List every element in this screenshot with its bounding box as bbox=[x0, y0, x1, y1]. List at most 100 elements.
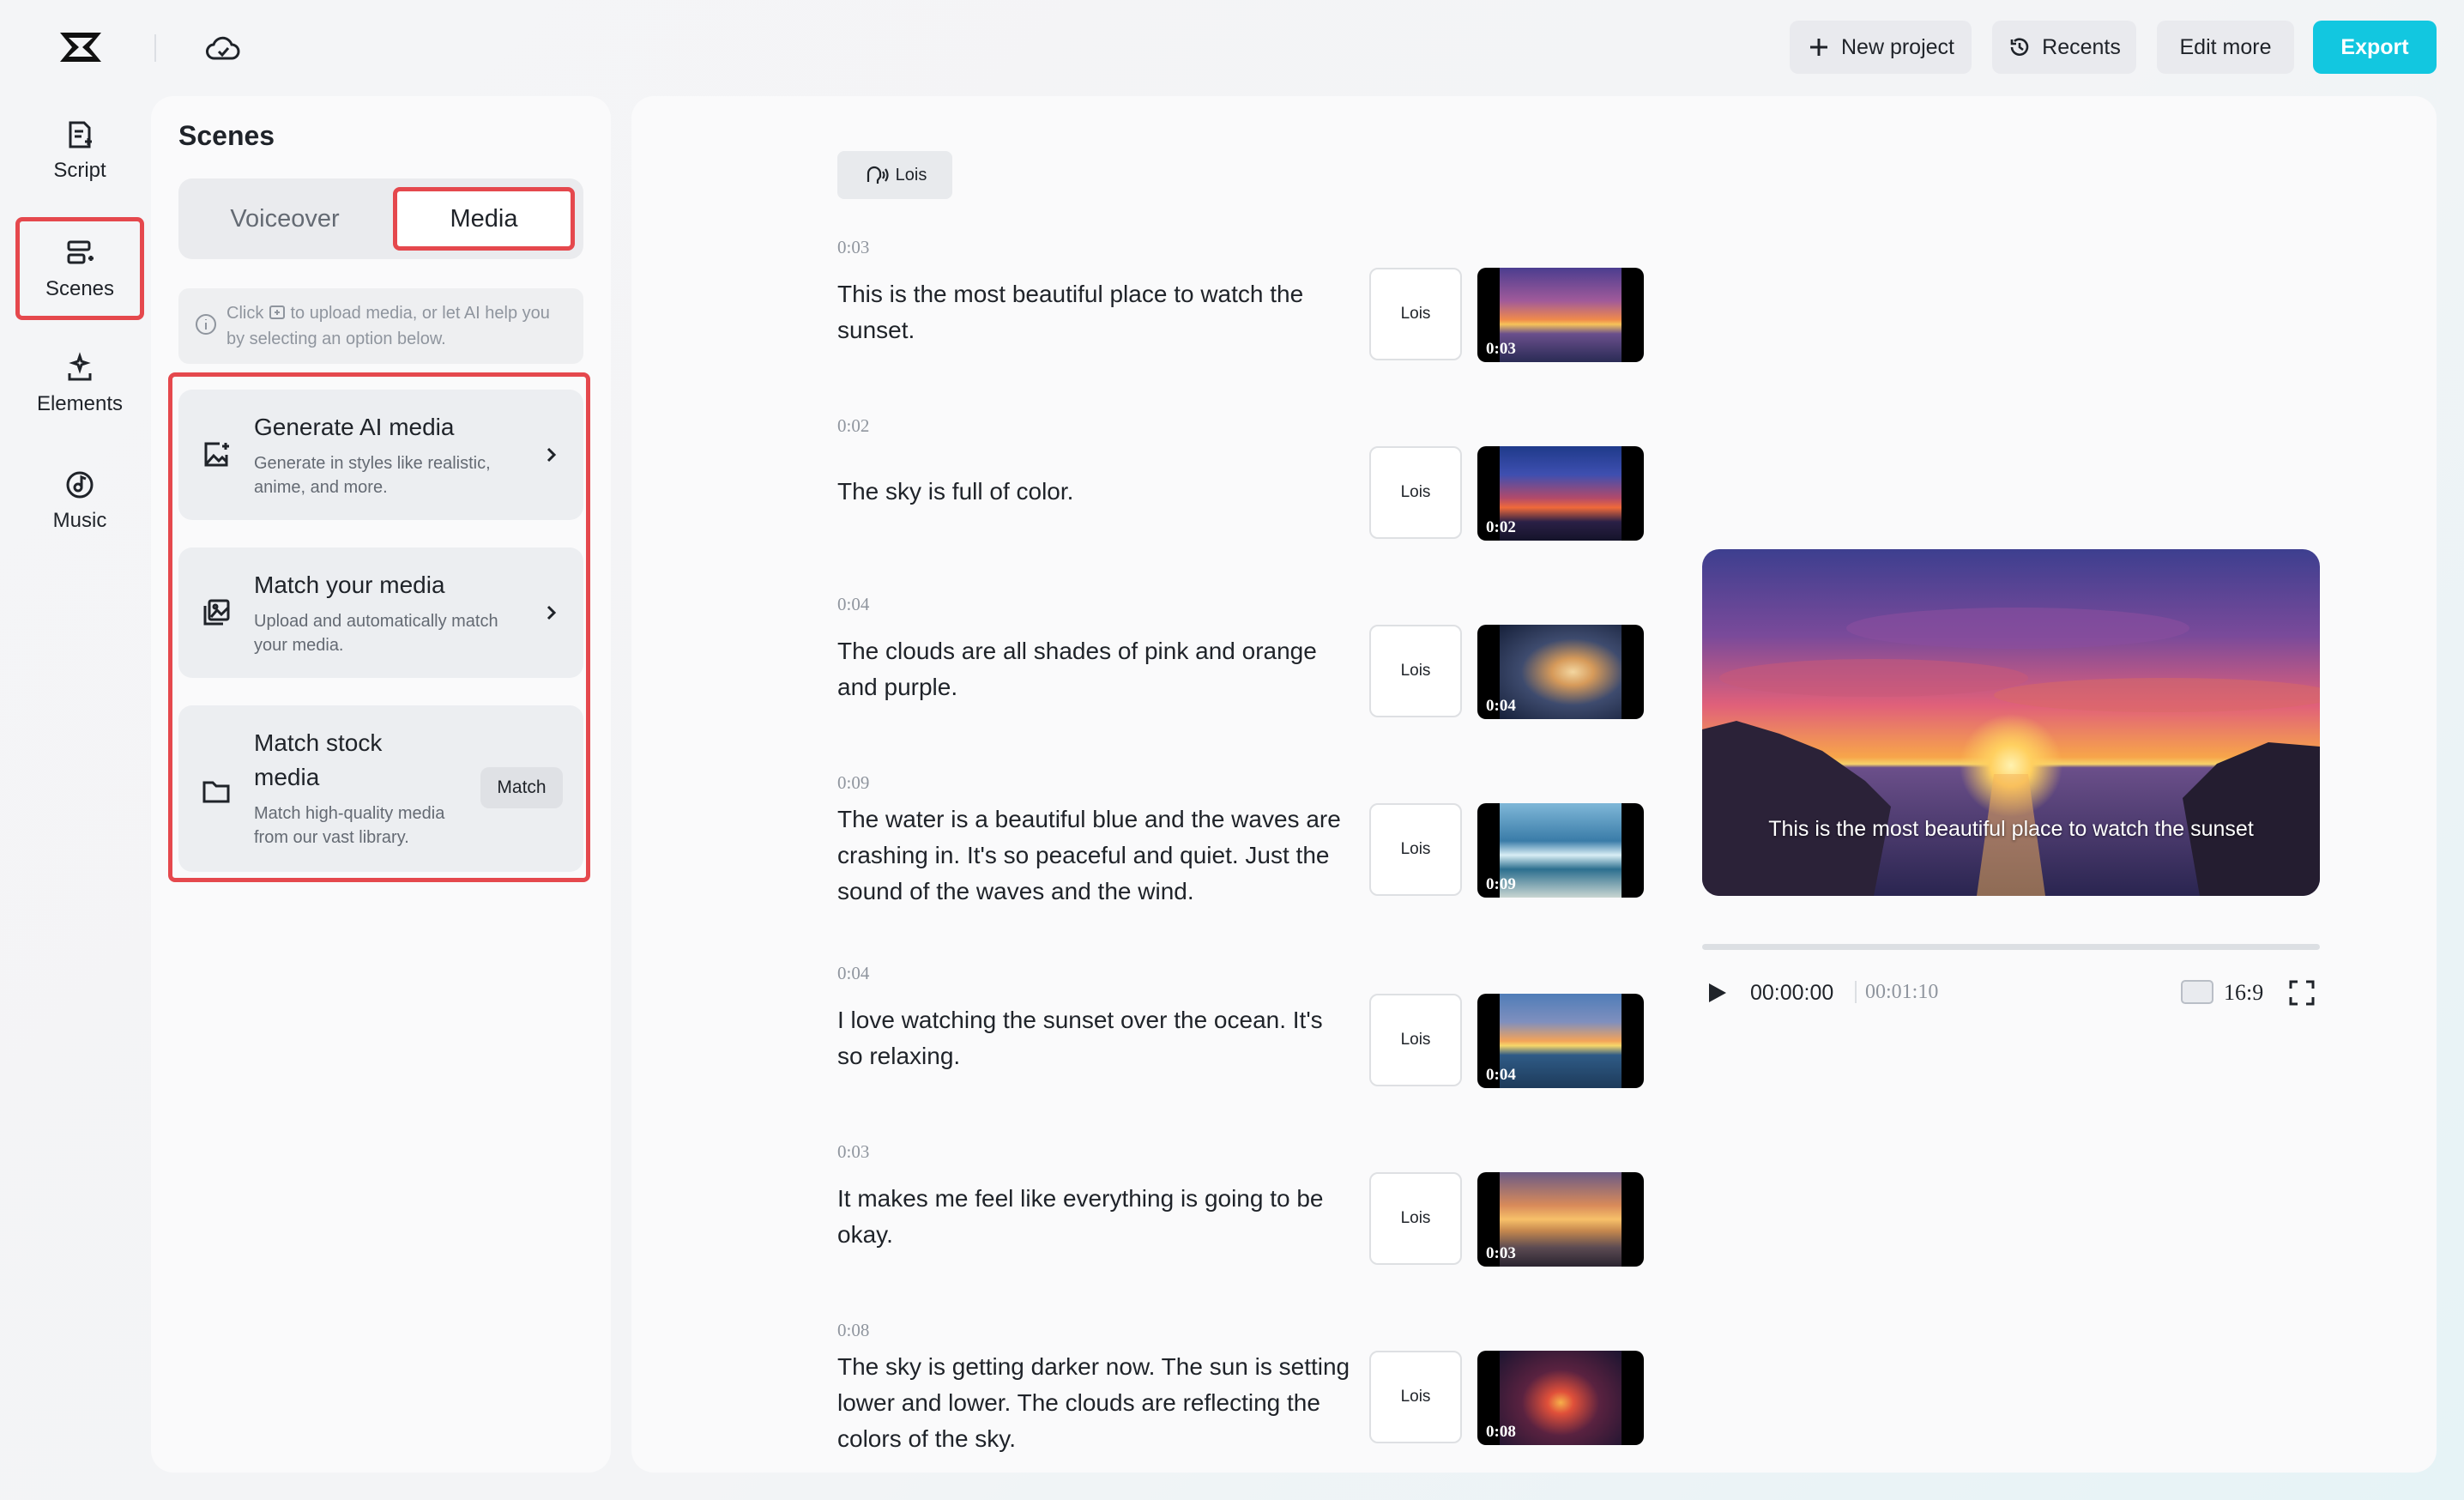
nav-music-label: Music bbox=[53, 509, 107, 533]
scene-text[interactable]: The sky is getting darker now. The sun i… bbox=[837, 1349, 1352, 1457]
new-project-label: New project bbox=[1841, 35, 1954, 60]
scene-thumbnail[interactable]: 0:03 bbox=[1477, 268, 1644, 362]
thumbnail-duration: 0:04 bbox=[1486, 1066, 1516, 1085]
scene-voice-button[interactable]: Lois bbox=[1369, 803, 1462, 896]
aspect-ratio-icon[interactable] bbox=[2181, 980, 2213, 1004]
nav-scenes[interactable]: Scenes bbox=[15, 217, 144, 320]
current-time: 00:00:00 bbox=[1750, 981, 1833, 1006]
playback-progress-bar[interactable] bbox=[1702, 944, 2320, 950]
edit-more-button[interactable]: Edit more bbox=[2157, 21, 2294, 74]
generate-ai-media-desc: Generate in styles like realistic, anime… bbox=[254, 451, 511, 499]
sunset-ocean-image bbox=[1500, 994, 1622, 1088]
nav-script[interactable]: Script bbox=[15, 101, 144, 199]
elements-icon bbox=[63, 351, 97, 385]
scenes-panel-title: Scenes bbox=[178, 120, 275, 152]
nav-elements-label: Elements bbox=[37, 392, 123, 416]
match-stock-media-desc: Match high-quality media from our vast l… bbox=[254, 801, 468, 850]
script-icon bbox=[63, 118, 97, 152]
nav-elements[interactable]: Elements bbox=[15, 335, 144, 432]
scenes-tab-switch: Voiceover Media bbox=[178, 178, 583, 259]
scene-duration: 0:08 bbox=[837, 1320, 869, 1341]
scene-voice-button[interactable]: Lois bbox=[1369, 1172, 1462, 1265]
match-your-media-card[interactable]: Match your media Upload and automaticall… bbox=[178, 547, 583, 678]
video-preview[interactable]: This is the most beautiful place to watc… bbox=[1702, 549, 2320, 896]
images-icon bbox=[201, 597, 232, 628]
folder-icon bbox=[201, 776, 232, 807]
scene-duration: 0:02 bbox=[837, 415, 869, 437]
scene-text[interactable]: The sky is full of color. bbox=[837, 474, 1352, 510]
thumbnail-duration: 0:08 bbox=[1486, 1423, 1516, 1442]
thumbnail-duration: 0:09 bbox=[1486, 875, 1516, 894]
music-icon bbox=[63, 468, 97, 502]
nav-scenes-label: Scenes bbox=[45, 277, 114, 301]
scene-text[interactable]: The water is a beautiful blue and the wa… bbox=[837, 801, 1352, 910]
scene-voice-button[interactable]: Lois bbox=[1369, 994, 1462, 1086]
generate-ai-media-card[interactable]: Generate AI media Generate in styles lik… bbox=[178, 390, 583, 520]
export-label: Export bbox=[2340, 35, 2408, 60]
chevron-right-icon bbox=[541, 445, 561, 465]
scene-duration: 0:04 bbox=[837, 594, 869, 615]
match-your-media-title: Match your media bbox=[254, 568, 445, 602]
recents-button[interactable]: Recents bbox=[1992, 21, 2136, 74]
nav-music[interactable]: Music bbox=[15, 451, 144, 549]
fullscreen-icon[interactable] bbox=[2287, 978, 2316, 1007]
scene-duration: 0:03 bbox=[837, 237, 869, 258]
scene-voice-button[interactable]: Lois bbox=[1369, 268, 1462, 360]
scene-thumbnail[interactable]: 0:08 bbox=[1477, 1351, 1644, 1445]
scene-thumbnail[interactable]: 0:03 bbox=[1477, 1172, 1644, 1267]
scenes-icon bbox=[63, 236, 97, 270]
dark-sunset-image bbox=[1500, 1351, 1622, 1445]
scene-duration: 0:03 bbox=[837, 1141, 869, 1163]
match-stock-media-card[interactable]: Match stock media Match high-quality med… bbox=[178, 705, 583, 872]
total-time: 00:01:10 bbox=[1865, 981, 1938, 1004]
upload-media-icon[interactable] bbox=[269, 304, 286, 321]
scene-text[interactable]: This is the most beautiful place to watc… bbox=[837, 276, 1352, 348]
aspect-ratio-label[interactable]: 16:9 bbox=[2224, 980, 2263, 1006]
scene-thumbnail[interactable]: 0:04 bbox=[1477, 625, 1644, 719]
time-divider bbox=[1855, 981, 1857, 1003]
match-your-media-desc: Upload and automatically match your medi… bbox=[254, 609, 511, 657]
scene-duration: 0:09 bbox=[837, 772, 869, 794]
edit-more-label: Edit more bbox=[2180, 35, 2272, 60]
export-button[interactable]: Export bbox=[2313, 21, 2437, 74]
capcut-logo-icon bbox=[57, 27, 105, 67]
scene-voice-button[interactable]: Lois bbox=[1369, 446, 1462, 539]
tab-voiceover[interactable]: Voiceover bbox=[187, 187, 383, 251]
nav-script-label: Script bbox=[53, 159, 106, 183]
scene-thumbnail[interactable]: 0:02 bbox=[1477, 446, 1644, 541]
speaker-tag[interactable]: Lois bbox=[837, 151, 952, 199]
recents-label: Recents bbox=[2042, 35, 2121, 60]
match-stock-media-title: Match stock media bbox=[254, 726, 451, 795]
beach-sunset-image bbox=[1500, 1172, 1622, 1267]
info-icon bbox=[194, 312, 218, 336]
tab-media[interactable]: Media bbox=[393, 187, 575, 251]
image-sparkle-icon bbox=[201, 439, 232, 470]
thumbnail-duration: 0:03 bbox=[1486, 340, 1516, 359]
cloud-sync-icon[interactable] bbox=[204, 31, 242, 65]
chevron-right-icon bbox=[541, 602, 561, 623]
generate-ai-media-title: Generate AI media bbox=[254, 410, 454, 445]
scene-text[interactable]: The clouds are all shades of pink and or… bbox=[837, 633, 1352, 705]
upload-hint: Click to upload media, or let AI help yo… bbox=[178, 288, 583, 364]
speaker-name: Lois bbox=[896, 166, 927, 185]
sunset-image bbox=[1500, 446, 1622, 541]
clouds-image bbox=[1500, 625, 1622, 719]
new-project-button[interactable]: New project bbox=[1790, 21, 1972, 74]
speaker-voice-icon bbox=[863, 163, 889, 187]
scene-voice-button[interactable]: Lois bbox=[1369, 625, 1462, 717]
history-icon bbox=[2008, 35, 2032, 59]
scene-thumbnail[interactable]: 0:09 bbox=[1477, 803, 1644, 898]
sunset-image bbox=[1500, 268, 1622, 362]
play-icon[interactable] bbox=[1704, 980, 1730, 1006]
preview-caption: This is the most beautiful place to watc… bbox=[1702, 819, 2320, 839]
scene-voice-button[interactable]: Lois bbox=[1369, 1351, 1462, 1443]
thumbnail-duration: 0:04 bbox=[1486, 697, 1516, 716]
scene-text[interactable]: It makes me feel like everything is goin… bbox=[837, 1181, 1352, 1253]
waves-image bbox=[1500, 803, 1622, 898]
scene-text[interactable]: I love watching the sunset over the ocea… bbox=[837, 1002, 1352, 1074]
header-divider bbox=[154, 34, 156, 62]
scene-thumbnail[interactable]: 0:04 bbox=[1477, 994, 1644, 1088]
scene-duration: 0:04 bbox=[837, 963, 869, 984]
match-button[interactable]: Match bbox=[480, 767, 563, 808]
thumbnail-duration: 0:02 bbox=[1486, 518, 1516, 537]
